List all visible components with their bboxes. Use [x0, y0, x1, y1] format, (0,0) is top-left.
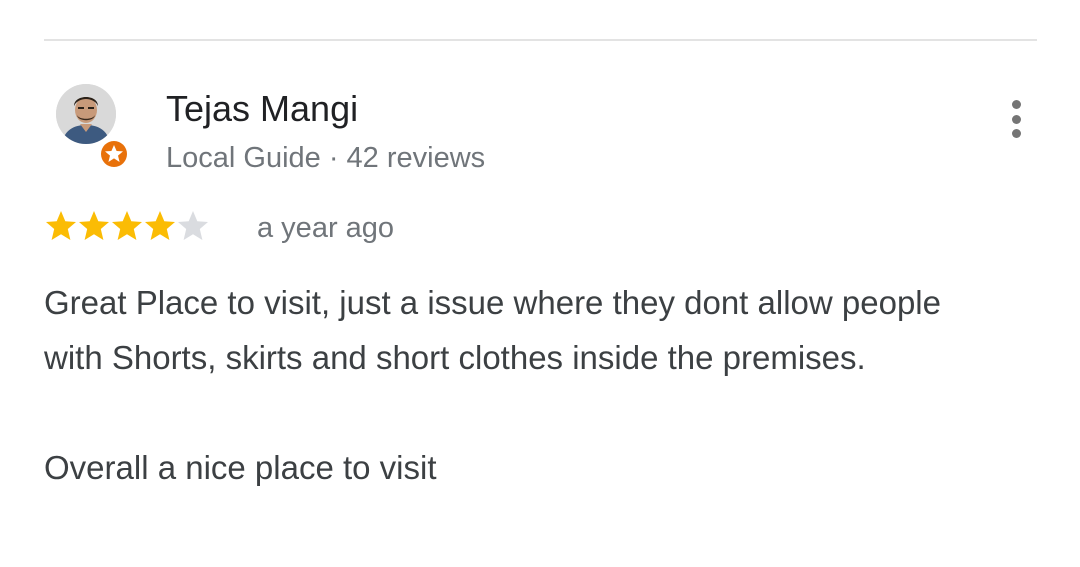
star-filled-icon: [44, 209, 77, 245]
more-vertical-icon-dot: [1011, 114, 1021, 124]
avatar[interactable]: [56, 84, 116, 144]
more-options-button[interactable]: [999, 96, 1033, 142]
review-time: a year ago: [257, 212, 395, 244]
star-filled-icon: [77, 209, 110, 245]
reviewer-name[interactable]: Tejas Mangi: [166, 88, 358, 130]
reviewer-meta: Local Guide · 42 reviews: [166, 142, 486, 174]
review-paragraph: Great Place to visit, just a issue where…: [44, 284, 941, 376]
divider: [44, 39, 1037, 41]
local-guide-badge-icon: [98, 138, 130, 170]
star-filled-icon: [143, 209, 176, 245]
review-paragraph: Overall a nice place to visit: [44, 449, 437, 486]
star-filled-icon: [110, 209, 143, 245]
star-empty-icon: [176, 209, 209, 245]
review-card: Tejas Mangi Local Guide · 42 reviews a y…: [0, 0, 1080, 567]
star-rating: [44, 207, 209, 247]
more-vertical-icon-dot: [1011, 129, 1021, 138]
review-text: Great Place to visit, just a issue where…: [44, 275, 1004, 495]
avatar-photo: [56, 84, 116, 144]
more-vertical-icon: [1011, 100, 1021, 109]
